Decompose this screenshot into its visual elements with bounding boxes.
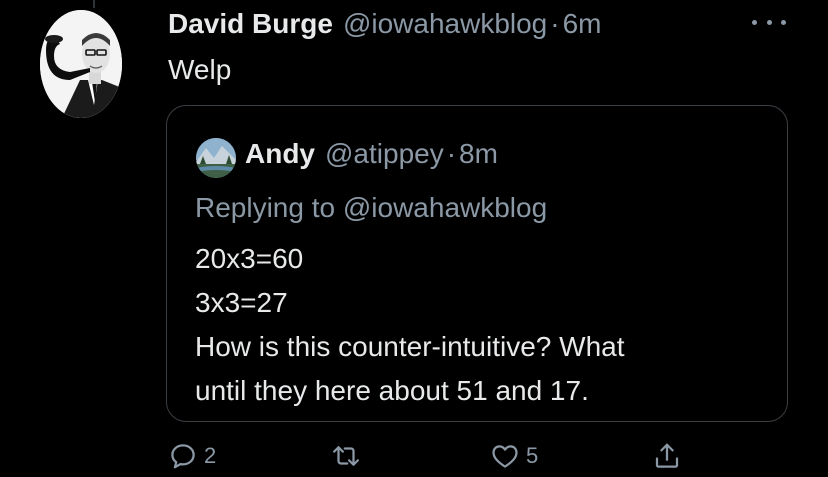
reply-button[interactable]: 2 — [168, 436, 216, 476]
reply-icon — [171, 444, 195, 469]
like-count: 5 — [526, 443, 539, 468]
quoted-text-line: How is this counter-intuitive? What — [195, 331, 625, 362]
retweet-button[interactable] — [331, 436, 367, 476]
tweet-text: Welp — [168, 54, 232, 85]
quoted-author-handle: @atippey — [325, 138, 444, 169]
quoted-text-line: 20x3=60 — [195, 243, 304, 274]
quoted-tweet-time: 8m — [459, 138, 498, 169]
author-handle[interactable]: @iowahawkblog — [343, 6, 547, 42]
share-icon — [655, 443, 679, 468]
author-name[interactable]: David Burge — [168, 6, 333, 42]
mountain-landscape-avatar — [196, 138, 236, 178]
like-button[interactable]: 5 — [490, 436, 538, 476]
more-horizontal-icon[interactable] — [752, 10, 786, 34]
action-bar: 2 5 — [0, 436, 828, 476]
tweet-header: David Burge @iowahawkblog · 6m — [168, 6, 601, 42]
quoted-text-line: 3x3=27 — [195, 287, 288, 318]
tweet-time[interactable]: 6m — [563, 6, 602, 42]
quoted-author-avatar — [196, 138, 236, 178]
thread-line — [93, 0, 95, 8]
quoted-tweet-text: 20x3=60 3x3=27 How is this counter-intui… — [195, 237, 625, 413]
reply-count: 2 — [204, 443, 217, 468]
quoted-tweet[interactable]: Andy @atippey · 8m Replying to @iowahawk… — [166, 105, 788, 422]
meta-separator: · — [550, 8, 560, 39]
share-button[interactable] — [652, 436, 688, 476]
meta-separator: · — [446, 138, 457, 169]
man-with-pipe-avatar — [40, 10, 122, 118]
quoted-author-name: Andy — [245, 138, 315, 169]
tweet[interactable]: David Burge @iowahawkblog · 6m Welp Andy… — [0, 0, 828, 477]
heart-icon — [492, 445, 518, 468]
replying-to: Replying to @iowahawkblog — [195, 192, 548, 223]
quoted-tweet-header: Andy @atippey · 8m — [245, 136, 498, 172]
quoted-text-line: until they here about 51 and 17. — [195, 375, 589, 406]
retweet-icon — [333, 446, 359, 466]
author-avatar[interactable] — [40, 10, 122, 118]
